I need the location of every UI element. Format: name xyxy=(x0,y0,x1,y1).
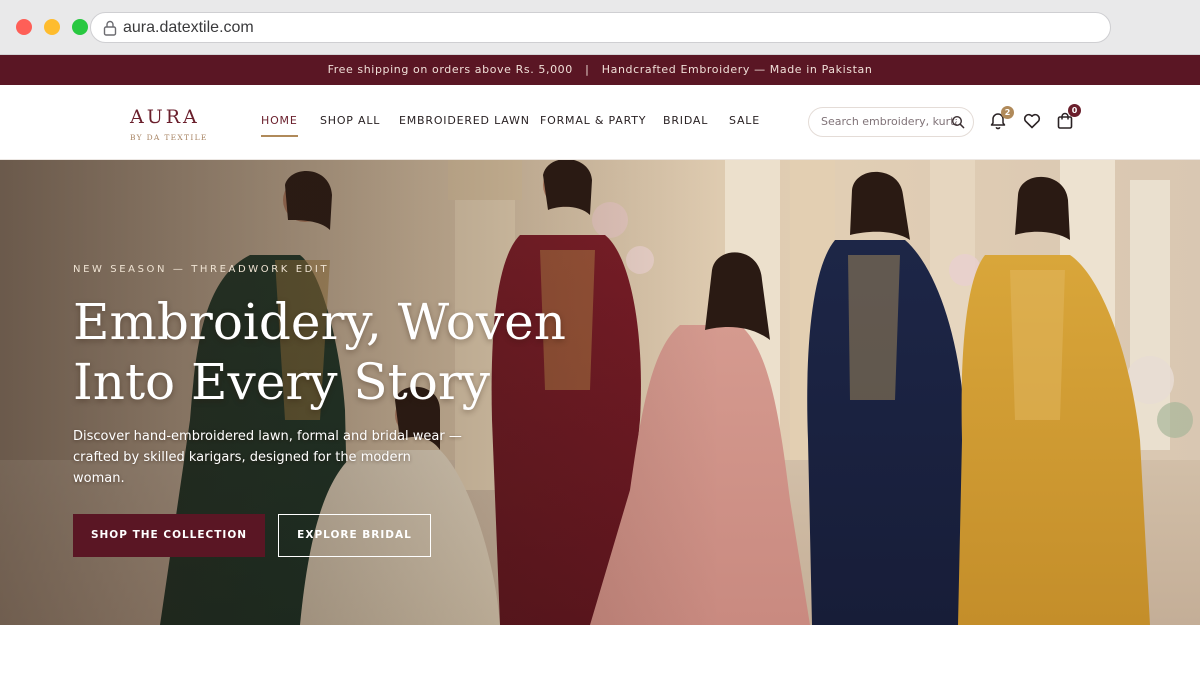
notifications-button[interactable]: 2 xyxy=(988,106,1014,133)
hero-title: Embroidery, Woven Into Every Story xyxy=(73,292,633,412)
nav-item-label: SALE xyxy=(729,114,760,127)
notification-count-badge: 2 xyxy=(1001,106,1014,119)
nav-item-label: HOME xyxy=(261,114,298,127)
search-input[interactable]: Search embroidery, kurta... xyxy=(808,107,974,137)
lock-icon xyxy=(103,20,117,36)
nav-item-sale[interactable]: SALE xyxy=(729,114,760,127)
logo-tagline: BY DA TEXTILE xyxy=(130,133,208,142)
site-header: AURA BY DA TEXTILE HOME SHOP ALL EMBROID… xyxy=(0,85,1200,160)
nav-item-label: SHOP ALL xyxy=(320,114,381,127)
hero-title-line-2: Into Every Story xyxy=(73,353,491,411)
nav-item-label: EMBROIDERED LAWN xyxy=(399,114,530,127)
search-placeholder: Search embroidery, kurta... xyxy=(821,115,957,128)
search-icon[interactable] xyxy=(951,115,965,129)
nav-item-label: FORMAL & PARTY xyxy=(540,114,647,127)
hero-description: Discover hand-embroidered lawn, formal a… xyxy=(73,429,462,486)
hero-banner: NEW SEASON — THREADWORK EDIT Embroidery,… xyxy=(0,160,1200,625)
heart-icon xyxy=(1023,113,1041,129)
maximize-window-button[interactable] xyxy=(72,19,88,35)
cart-button[interactable]: 0 xyxy=(1055,104,1081,133)
announcement-text: Free shipping on orders above Rs. 5,000 … xyxy=(327,63,873,76)
nav-item-formal-party[interactable]: FORMAL & PARTY xyxy=(540,114,646,127)
logo-wordmark: AURA xyxy=(130,106,200,128)
nav-item-shop-all[interactable]: SHOP ALL xyxy=(320,114,380,127)
close-window-button[interactable] xyxy=(16,19,32,35)
shop-collection-button[interactable]: SHOP THE COLLECTION xyxy=(73,514,265,557)
nav-item-home[interactable]: HOME xyxy=(261,114,298,137)
nav-item-embroidered-lawn[interactable]: EMBROIDERED LAWN xyxy=(399,114,530,127)
address-bar[interactable]: aura.datextile.com xyxy=(90,12,1111,43)
announcement-bar: Free shipping on orders above Rs. 5,000 … xyxy=(0,55,1200,85)
nav-item-bridal[interactable]: BRIDAL xyxy=(663,114,708,127)
cart-count-badge: 0 xyxy=(1068,104,1081,117)
minimize-window-button[interactable] xyxy=(44,19,60,35)
active-underline xyxy=(261,135,298,137)
hero-title-line-1: Embroidery, Woven xyxy=(73,293,566,351)
nav-item-label: BRIDAL xyxy=(663,114,709,127)
url-text: aura.datextile.com xyxy=(123,19,254,36)
wishlist-button[interactable] xyxy=(1022,111,1044,133)
explore-bridal-button[interactable]: EXPLORE BRIDAL xyxy=(278,514,431,557)
hero-eyebrow: NEW SEASON — THREADWORK EDIT xyxy=(73,264,330,275)
browser-chrome: aura.datextile.com xyxy=(0,0,1200,55)
